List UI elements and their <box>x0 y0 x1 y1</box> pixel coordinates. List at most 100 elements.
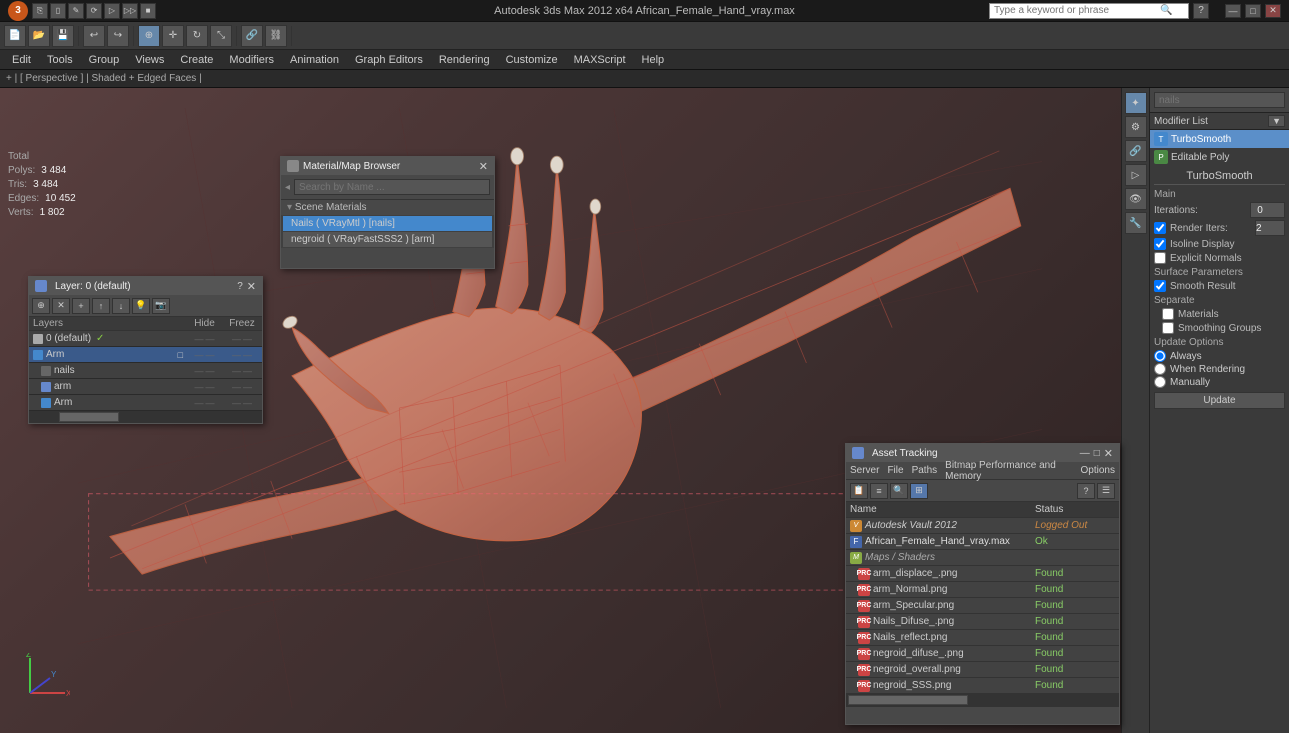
title-icon-3[interactable]: ✎ <box>68 3 84 19</box>
at-menu-bitmap[interactable]: Bitmap Performance and Memory <box>945 460 1072 482</box>
at-scrollbar-thumb[interactable] <box>848 695 968 705</box>
ts-manually-radio[interactable] <box>1154 376 1166 388</box>
toolbar-select[interactable]: ⊕ <box>138 25 160 47</box>
menu-rendering[interactable]: Rendering <box>431 52 498 68</box>
layer-row-arm[interactable]: Arm □ — — — — <box>29 347 262 363</box>
title-search-input[interactable] <box>990 5 1160 16</box>
toolbar-unlink[interactable]: ⛓ <box>265 25 287 47</box>
at-row-6[interactable]: PRC negroid_overall.png Found <box>846 662 1119 678</box>
title-icon-7[interactable]: ■ <box>140 3 156 19</box>
lm-light-btn[interactable]: 💡 <box>132 298 150 314</box>
material-item-0[interactable]: Nails ( VRayMtl ) [nails] <box>283 216 492 231</box>
rtb-hierarchy[interactable]: 🔗 <box>1125 140 1147 162</box>
modifier-search-input[interactable] <box>1154 92 1285 108</box>
toolbar-scale[interactable]: ⤡ <box>210 25 232 47</box>
menu-animation[interactable]: Animation <box>282 52 347 68</box>
lm-add-btn[interactable]: + <box>72 298 90 314</box>
rtb-motion[interactable]: ▷ <box>1125 164 1147 186</box>
at-menu-server[interactable]: Server <box>850 465 879 476</box>
menu-modifiers[interactable]: Modifiers <box>221 52 282 68</box>
layer-manager-titlebar[interactable]: Layer: 0 (default) ? ✕ <box>29 277 262 295</box>
ts-always-radio[interactable] <box>1154 350 1166 362</box>
at-btn-3[interactable]: 🔍 <box>890 483 908 499</box>
rtb-display[interactable]: 👁 <box>1125 188 1147 210</box>
help-btn[interactable]: ? <box>1193 3 1209 19</box>
at-btn-1[interactable]: 📋 <box>850 483 868 499</box>
at-row-file[interactable]: F African_Female_Hand_vray.max Ok <box>846 534 1119 550</box>
lm-camera-btn[interactable]: 📷 <box>152 298 170 314</box>
title-icon-2[interactable]: ▯ <box>50 3 66 19</box>
maximize-button[interactable]: □ <box>1245 4 1261 18</box>
title-icon-6[interactable]: ▷▷ <box>122 3 138 19</box>
layer-row-default[interactable]: 0 (default) ✓ — — — — <box>29 331 262 347</box>
title-icon-5[interactable]: ▷ <box>104 3 120 19</box>
modifier-editable-poly[interactable]: P Editable Poly <box>1150 148 1289 166</box>
rtb-utilities[interactable]: 🔧 <box>1125 212 1147 234</box>
title-icon-1[interactable]: ⎘ <box>32 3 48 19</box>
at-row-4[interactable]: PRC Nails_reflect.png Found <box>846 630 1119 646</box>
ts-when-rendering-radio[interactable] <box>1154 363 1166 375</box>
lm-move-btn[interactable]: ↑ <box>92 298 110 314</box>
at-menu-file[interactable]: File <box>887 465 903 476</box>
at-menu-options[interactable]: Options <box>1081 465 1115 476</box>
material-browser-titlebar[interactable]: Material/Map Browser ✕ <box>281 157 494 175</box>
ts-iterations-input[interactable] <box>1250 202 1285 218</box>
ts-explicit-normals-checkbox[interactable] <box>1154 252 1166 264</box>
at-scrollbar[interactable] <box>846 694 1119 706</box>
at-btn-2[interactable]: ≡ <box>870 483 888 499</box>
layer-row-arm3[interactable]: Arm — — — — <box>29 395 262 411</box>
at-btn-help[interactable]: ? <box>1077 483 1095 499</box>
layer-row-nails[interactable]: nails — — — — <box>29 363 262 379</box>
ts-render-iters-checkbox[interactable] <box>1154 222 1166 234</box>
layer-manager-help[interactable]: ? <box>237 281 243 292</box>
modifier-turbosmooth[interactable]: T TurboSmooth <box>1150 130 1289 148</box>
toolbar-open[interactable]: 📂 <box>28 25 50 47</box>
menu-edit[interactable]: Edit <box>4 52 39 68</box>
toolbar-rotate[interactable]: ↻ <box>186 25 208 47</box>
at-btn-4[interactable]: ⊞ <box>910 483 928 499</box>
lm-select-btn[interactable]: ⊕ <box>32 298 50 314</box>
at-row-2[interactable]: PRC arm_Specular.png Found <box>846 598 1119 614</box>
toolbar-save[interactable]: 💾 <box>52 25 74 47</box>
at-row-3[interactable]: PRC Nails_Difuse_.png Found <box>846 614 1119 630</box>
menu-help[interactable]: Help <box>634 52 673 68</box>
material-browser-close[interactable]: ✕ <box>479 160 488 173</box>
lm-move2-btn[interactable]: ↓ <box>112 298 130 314</box>
menu-tools[interactable]: Tools <box>39 52 81 68</box>
toolbar-redo[interactable]: ↪ <box>107 25 129 47</box>
at-menu-paths[interactable]: Paths <box>912 465 938 476</box>
layer-manager-close[interactable]: ✕ <box>247 280 256 293</box>
lm-delete-btn[interactable]: ✕ <box>52 298 70 314</box>
at-row-0[interactable]: PRC arm_displace_.png Found <box>846 566 1119 582</box>
menu-maxscript[interactable]: MAXScript <box>566 52 634 68</box>
at-row-5[interactable]: PRC negroid_difuse_.png Found <box>846 646 1119 662</box>
at-row-1[interactable]: PRC arm_Normal.png Found <box>846 582 1119 598</box>
at-row-vault[interactable]: V Autodesk Vault 2012 Logged Out <box>846 518 1119 534</box>
menu-customize[interactable]: Customize <box>498 52 566 68</box>
material-item-1[interactable]: negroid ( VRayFastSSS2 ) [arm] <box>283 232 492 247</box>
material-search-input[interactable] <box>294 179 490 195</box>
toolbar-undo[interactable]: ↩ <box>83 25 105 47</box>
at-row-7[interactable]: PRC negroid_SSS.png Found <box>846 678 1119 694</box>
at-btn-5[interactable]: ☰ <box>1097 483 1115 499</box>
layer-scrollbar-thumb[interactable] <box>59 412 119 422</box>
at-maximize-btn[interactable]: □ <box>1094 448 1100 459</box>
toolbar-move[interactable]: ✛ <box>162 25 184 47</box>
ts-render-iters-input[interactable] <box>1255 220 1285 236</box>
ts-update-button[interactable]: Update <box>1154 392 1285 409</box>
menu-graph-editors[interactable]: Graph Editors <box>347 52 431 68</box>
rtb-modify[interactable]: ⚙ <box>1125 116 1147 138</box>
at-minimize-btn[interactable]: — <box>1080 448 1090 459</box>
title-search-box[interactable]: 🔍 <box>989 3 1189 19</box>
close-button[interactable]: ✕ <box>1265 4 1281 18</box>
toolbar-link[interactable]: 🔗 <box>241 25 263 47</box>
at-row-maps[interactable]: M Maps / Shaders <box>846 550 1119 566</box>
minimize-button[interactable]: — <box>1225 4 1241 18</box>
ts-isoline-checkbox[interactable] <box>1154 238 1166 250</box>
modifier-dropdown-btn[interactable]: ▼ <box>1268 115 1285 127</box>
asset-tracking-close[interactable]: ✕ <box>1104 447 1113 460</box>
ts-materials-checkbox[interactable] <box>1162 308 1174 320</box>
ts-smooth-result-checkbox[interactable] <box>1154 280 1166 292</box>
rtb-create[interactable]: ✦ <box>1125 92 1147 114</box>
toolbar-new[interactable]: 📄 <box>4 25 26 47</box>
